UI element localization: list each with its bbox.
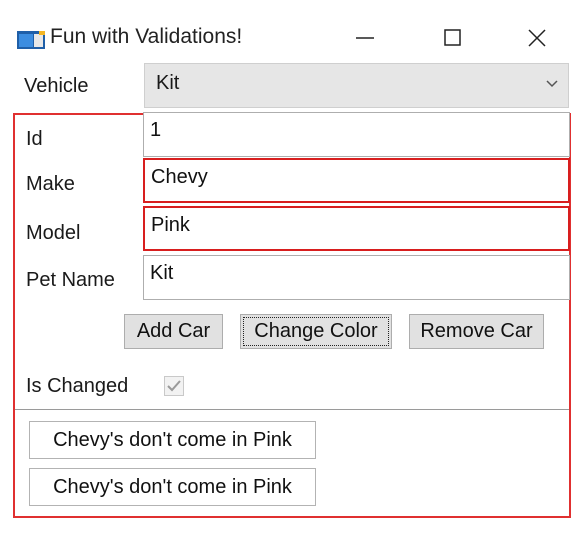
- change-color-button[interactable]: Change Color: [240, 314, 392, 349]
- pet-name-label: Pet Name: [26, 269, 115, 291]
- maximize-icon: [444, 29, 461, 46]
- error-list-divider: [15, 409, 569, 410]
- id-value: 1: [150, 119, 162, 141]
- model-value: Pink: [151, 214, 190, 236]
- make-label: Make: [26, 173, 75, 195]
- id-field[interactable]: 1: [143, 112, 570, 157]
- make-field[interactable]: Chevy: [143, 158, 570, 203]
- error-list-item[interactable]: Chevy's don't come in Pink: [29, 468, 316, 506]
- app-window-icon: [17, 31, 45, 49]
- remove-car-button[interactable]: Remove Car: [409, 314, 544, 349]
- pet-name-field[interactable]: Kit: [143, 255, 570, 300]
- close-icon: [528, 29, 546, 47]
- vehicle-label: Vehicle: [24, 75, 89, 97]
- close-button[interactable]: [512, 18, 562, 58]
- app-window: Fun with Validations! Vehicle Kit Id 1 M…: [0, 0, 573, 547]
- chevron-down-icon: [546, 80, 558, 88]
- maximize-button[interactable]: [428, 18, 478, 58]
- is-changed-label: Is Changed: [26, 375, 129, 397]
- checkmark-icon: [167, 380, 181, 392]
- minimize-button[interactable]: [340, 18, 390, 58]
- pet-name-value: Kit: [150, 262, 174, 284]
- window-title: Fun with Validations!: [50, 25, 243, 48]
- is-changed-checkbox[interactable]: [164, 376, 184, 396]
- add-car-button[interactable]: Add Car: [124, 314, 223, 349]
- make-value: Chevy: [151, 166, 208, 188]
- vehicle-combobox[interactable]: Kit: [144, 63, 569, 108]
- model-label: Model: [26, 222, 81, 244]
- vehicle-selected-value: Kit: [156, 72, 180, 94]
- title-bar[interactable]: Fun with Validations!: [0, 0, 573, 64]
- id-label: Id: [26, 128, 43, 150]
- error-list-item[interactable]: Chevy's don't come in Pink: [29, 421, 316, 459]
- model-field[interactable]: Pink: [143, 206, 570, 251]
- minimize-icon: [356, 37, 374, 39]
